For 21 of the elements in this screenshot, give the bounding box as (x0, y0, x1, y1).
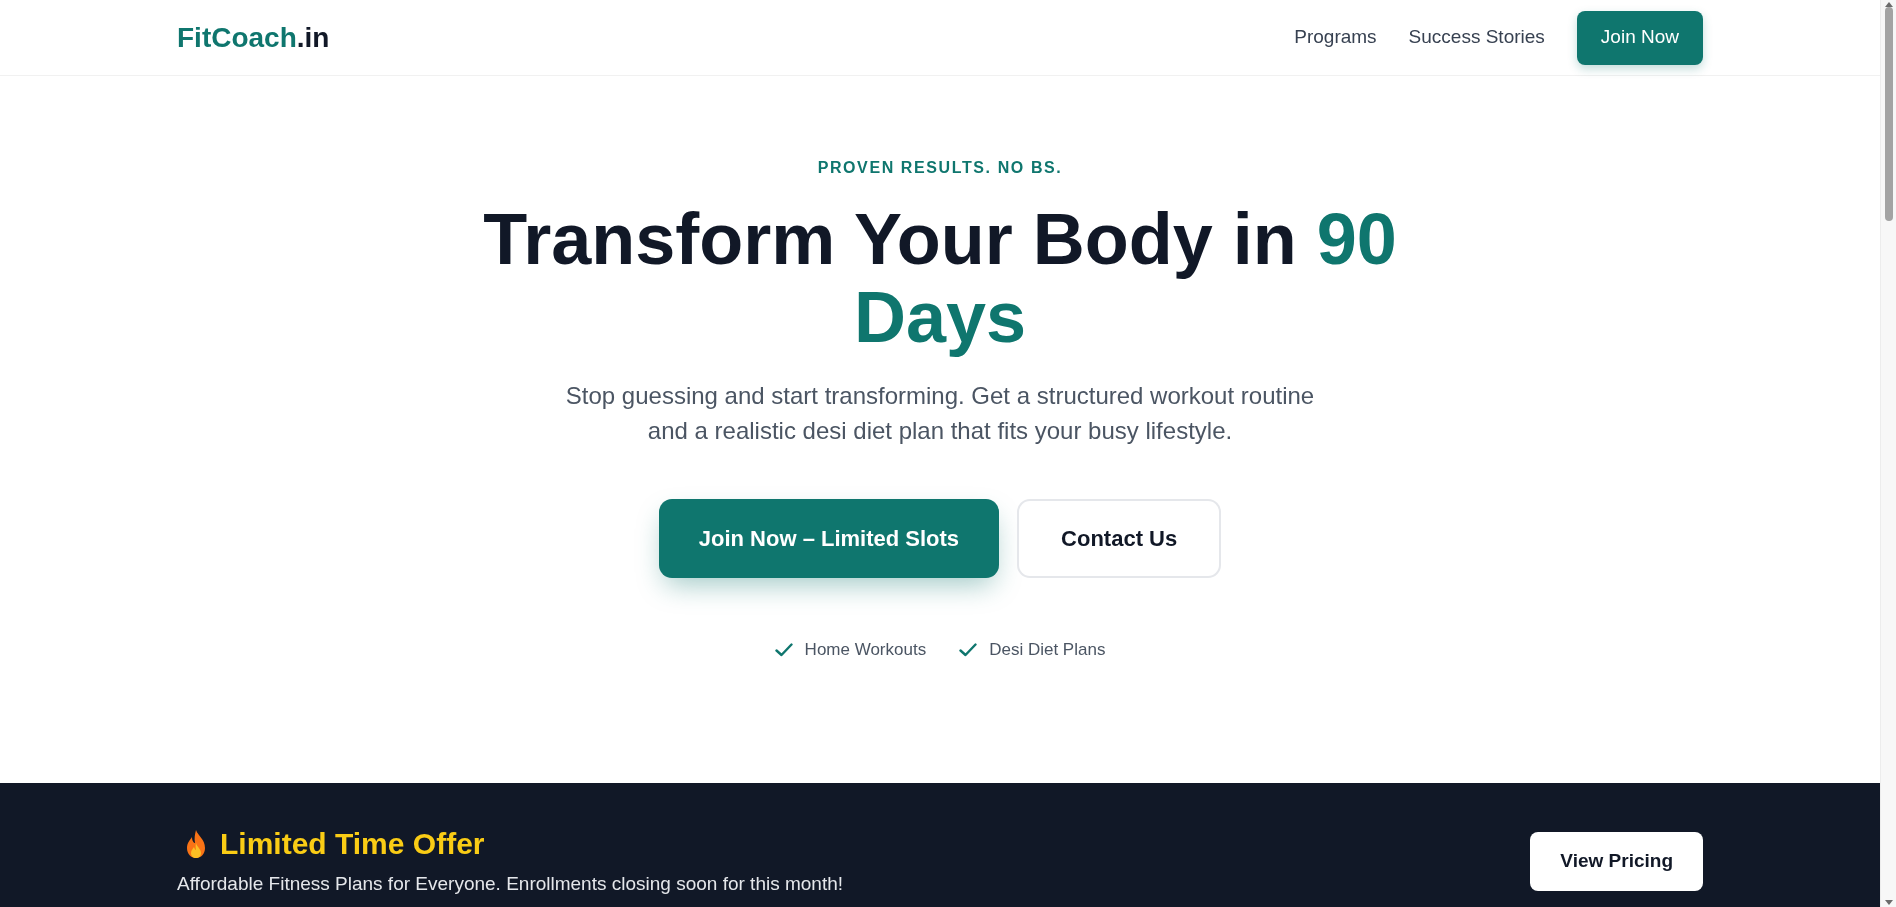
check-icon (959, 643, 978, 657)
check-icon (774, 643, 793, 657)
scrollbar-track[interactable] (1880, 0, 1896, 907)
view-pricing-button[interactable]: View Pricing (1530, 832, 1703, 891)
join-now-limited-slots-button[interactable]: Join Now – Limited Slots (658, 499, 1000, 578)
feature-label: Desi Diet Plans (989, 639, 1106, 661)
offer-title: Limited Time Offer (220, 826, 485, 862)
contact-us-button[interactable]: Contact Us (1017, 499, 1222, 578)
nav-link[interactable]: Success Stories (1408, 23, 1545, 52)
nav-link[interactable]: Programs (1294, 23, 1377, 52)
offer-description: Affordable Fitness Plans for Everyone. Enrollments closing soon for this month! (177, 872, 844, 896)
hero-description: Stop guessing and start transforming. Get a structured workout routine and a realistic desi diet plan that fits your busy lifestyle. (564, 381, 1316, 446)
feature-label: Home Workouts (804, 639, 927, 661)
flame-icon (184, 829, 208, 859)
scrollbar-thumb[interactable] (1884, 7, 1893, 221)
scroll-down-arrow-icon[interactable] (1884, 900, 1893, 905)
scroll-up-arrow-icon[interactable] (1884, 2, 1893, 7)
site-logo[interactable]: FitCoach.in (177, 16, 330, 59)
join-now-button[interactable]: Join Now (1576, 10, 1703, 65)
hero-headline: Transform Your Body in 90 Days (482, 200, 1398, 356)
hero-eyebrow: PROVEN RESULTS. NO BS. (817, 158, 1063, 178)
